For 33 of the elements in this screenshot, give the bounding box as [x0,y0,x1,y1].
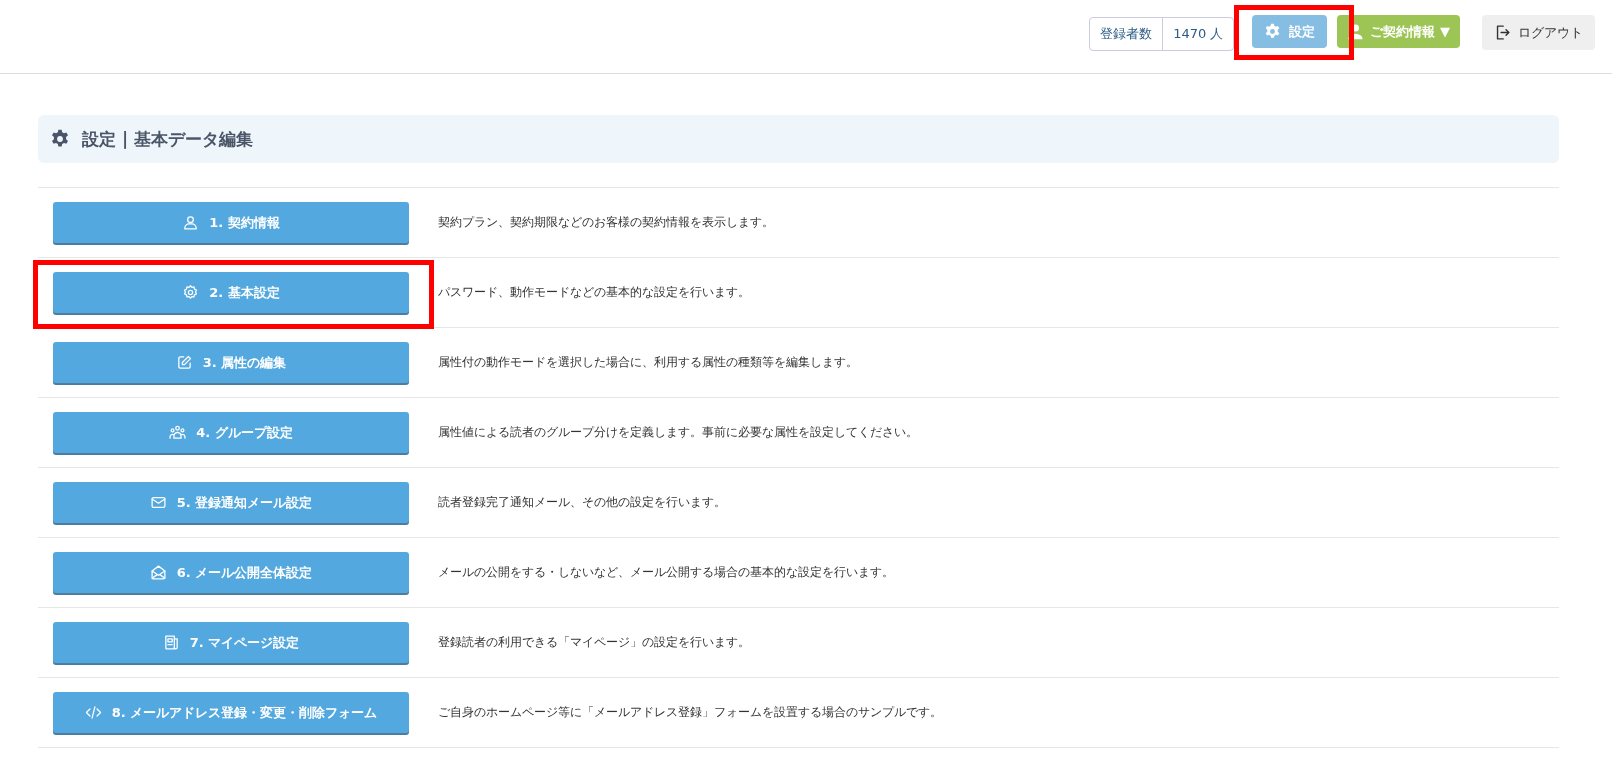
menu-description: 登録読者の利用できる「マイページ」の設定を行います。 [438,634,750,651]
menu-button[interactable]: 7. マイページ設定 [53,622,409,663]
section-title: 設定 | 基本データ編集 [82,127,254,151]
logout-icon [1494,24,1511,41]
menu-description: 属性付の動作モードを選択した場合に、利用する属性の種類等を編集します。 [438,354,858,371]
menu-description: 属性値による読者のグループ分けを定義します。事前に必要な属性を設定してください。 [438,424,918,441]
menu-button[interactable]: 4. グループ設定 [53,412,409,453]
menu-button[interactable]: 5. 登録通知メール設定 [53,482,409,523]
contract-info-button[interactable]: ご契約情報 ▼ [1337,15,1460,48]
gear-icon [182,284,200,301]
group-icon [169,424,187,441]
menu-description: ご自身のホームページ等に「メールアドレス登録」フォームを設置する場合のサンプルです。 [438,704,942,721]
menu-button[interactable]: 6. メール公開全体設定 [53,552,409,593]
menu-button[interactable]: 1. 契約情報 [53,202,409,243]
open-envelope-icon [149,564,167,581]
newspaper-icon [162,634,180,651]
edit-icon [175,354,193,371]
menu-description: 読者登録完了通知メール、その他の設定を行います。 [438,494,726,511]
envelope-icon [149,494,167,511]
menu-description: メールの公開をする・しないなど、メール公開する場合の基本的な設定を行います。 [438,564,894,581]
person-icon [182,214,200,231]
menu-button[interactable]: 2. 基本設定 [53,272,409,313]
menu-button[interactable]: 3. 属性の編集 [53,342,409,383]
settings-icon [50,129,70,149]
menu-description: 契約プラン、契約期限などのお客様の契約情報を表示します。 [438,214,774,231]
logout-button[interactable]: ログアウト [1482,15,1595,50]
settings-icon [1264,23,1282,40]
counter-label: 登録者数 [1090,18,1164,50]
settings-button[interactable]: 設定 [1252,15,1328,48]
code-icon [84,704,102,721]
menu-button[interactable]: 8. メールアドレス登録・変更・削除フォーム [53,692,409,733]
menu-description: パスワード、動作モードなどの基本的な設定を行います。 [438,284,750,301]
counter-value: 1470 人 [1172,25,1225,43]
